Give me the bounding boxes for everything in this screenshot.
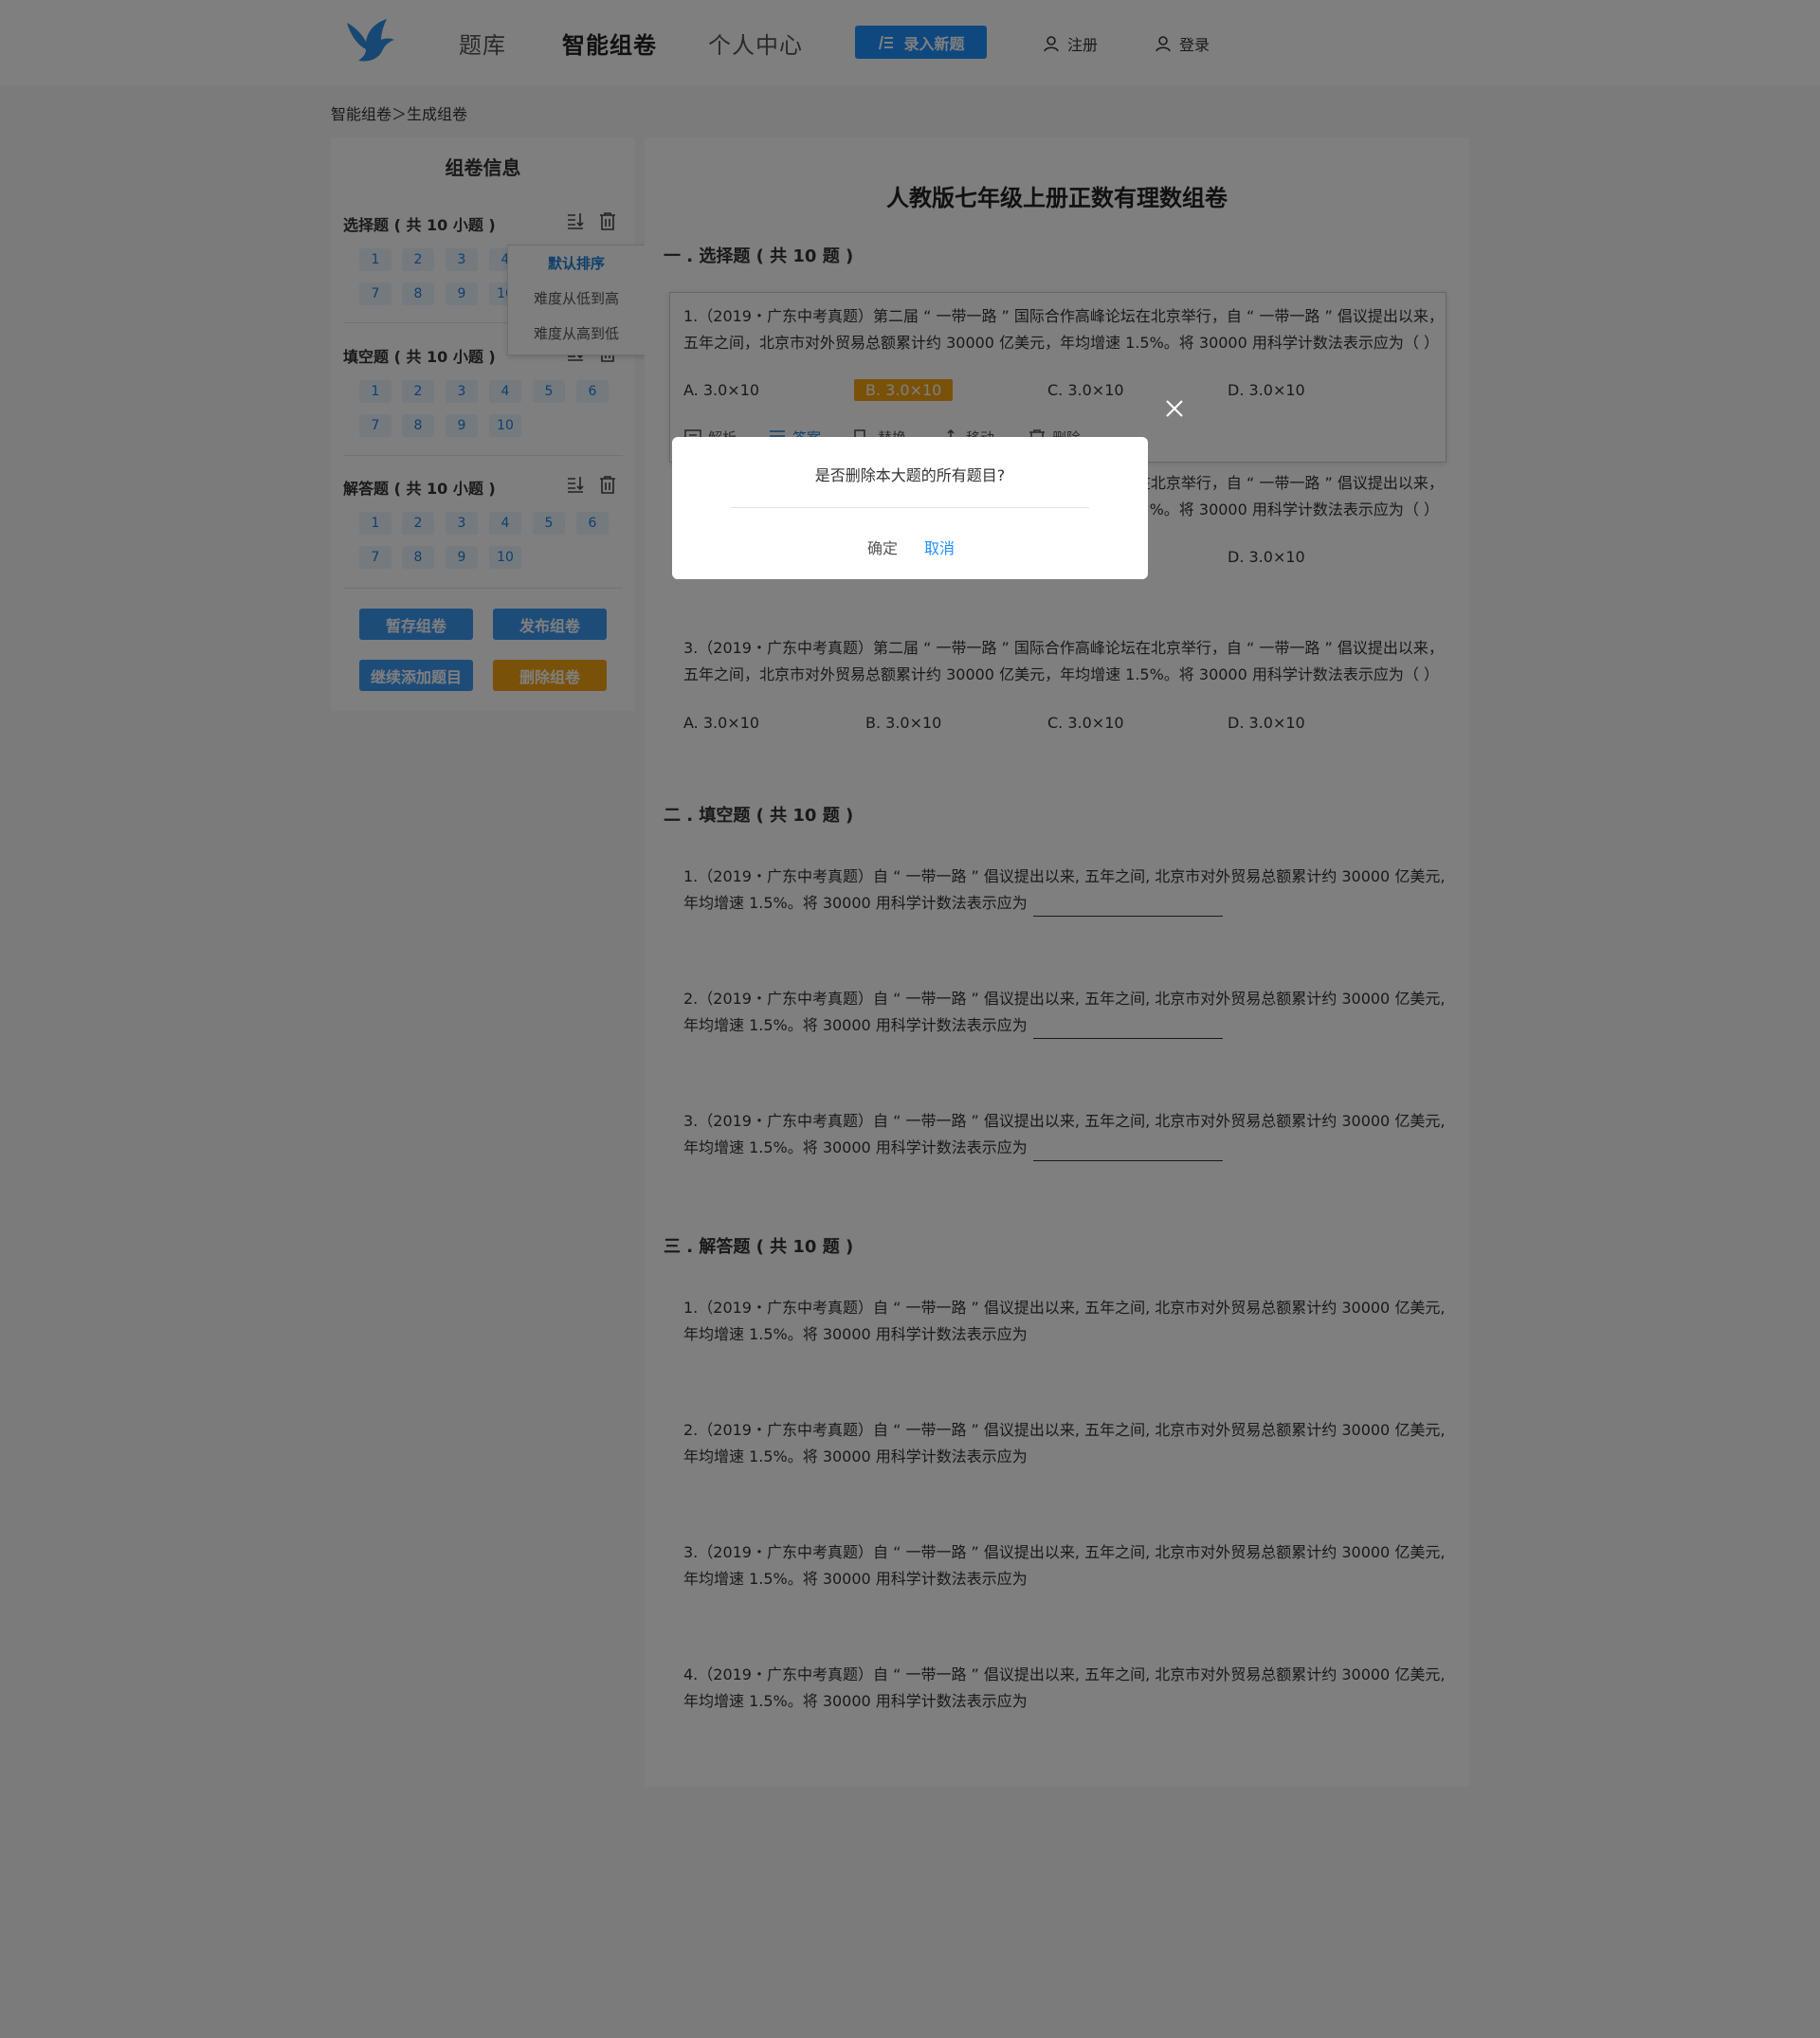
modal-overlay[interactable] bbox=[0, 0, 1820, 2038]
close-icon[interactable] bbox=[1164, 398, 1185, 419]
confirm-dialog: 是否删除本大题的所有题目? 确定 取消 bbox=[672, 437, 1148, 579]
cancel-button[interactable]: 取消 bbox=[924, 536, 955, 558]
dialog-divider bbox=[731, 507, 1089, 508]
dialog-message: 是否删除本大题的所有题目? bbox=[814, 466, 1006, 484]
confirm-button[interactable]: 确定 bbox=[867, 536, 898, 558]
